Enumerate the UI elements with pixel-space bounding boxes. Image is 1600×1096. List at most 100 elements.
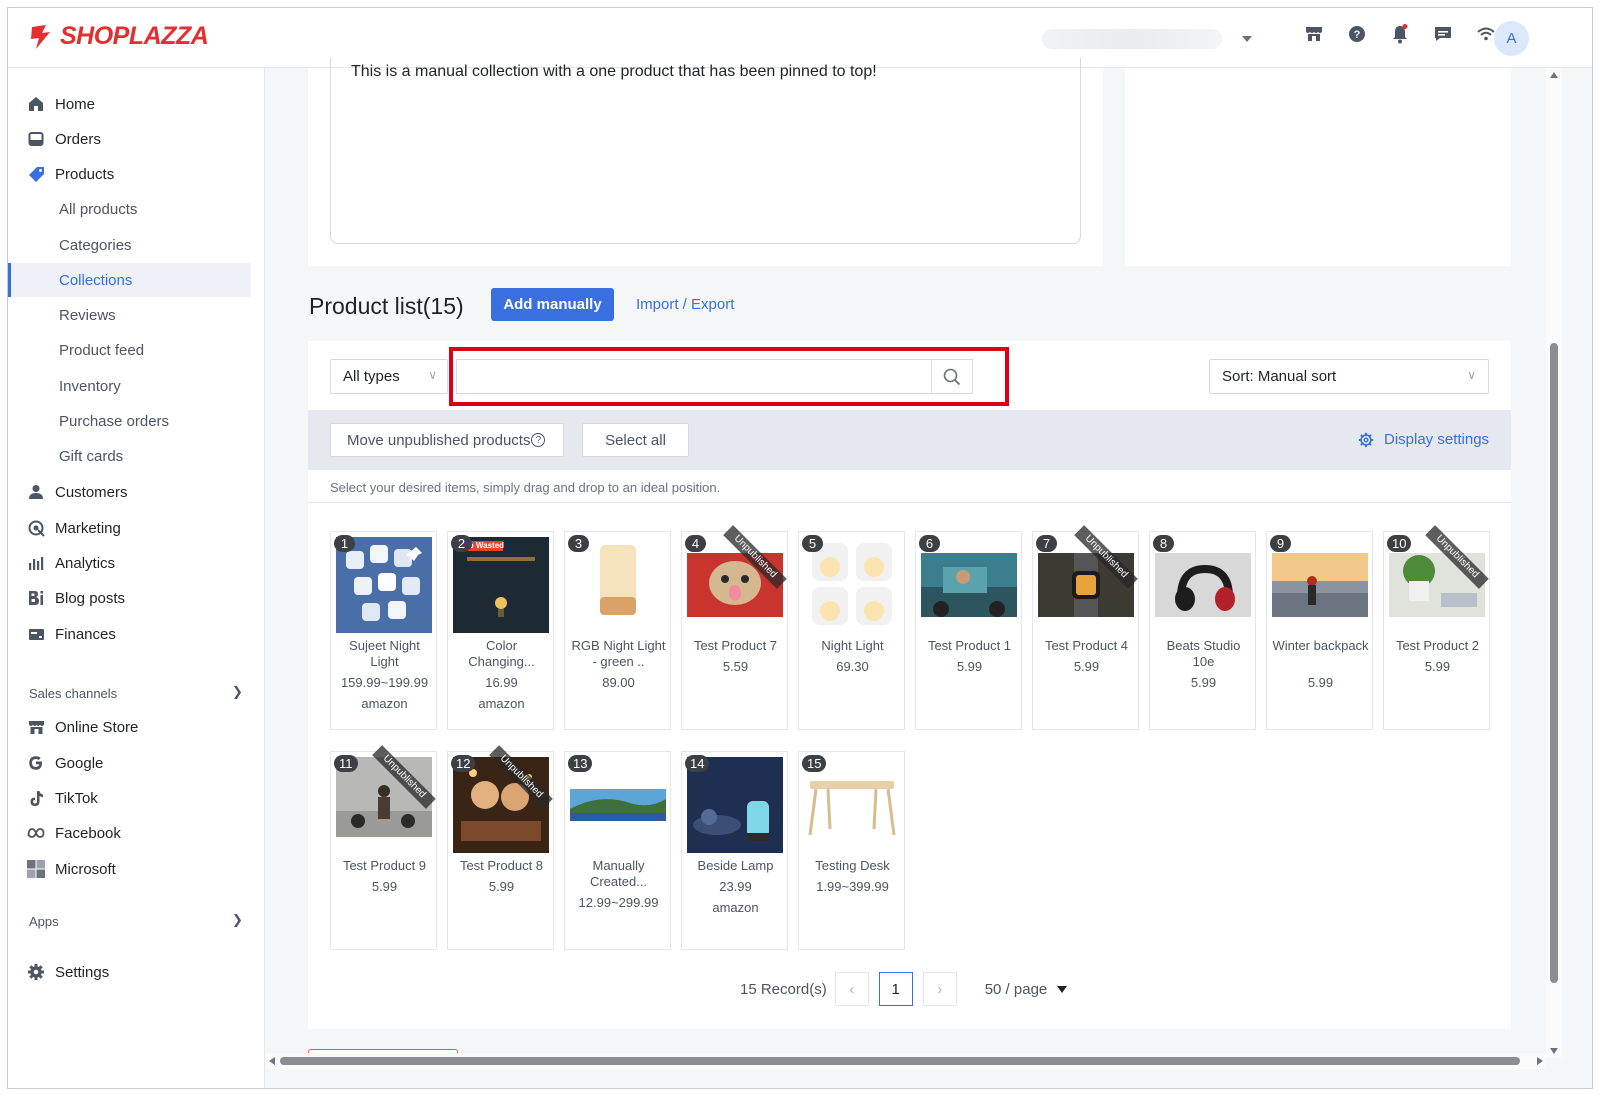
sidebar-item-products[interactable]: Products (8, 157, 265, 191)
product-name: Test Product 9 (342, 858, 427, 873)
chat-icon[interactable] (1433, 24, 1453, 44)
sidebar-item-label: Finances (55, 625, 116, 643)
move-unpublished-button[interactable]: Move unpublished products? (330, 423, 564, 457)
product-card[interactable]: 3 RGB Night Light - green .. 89.00 (564, 531, 671, 730)
product-price: 1.99~399.99 (816, 879, 889, 894)
product-name: Test Product 8 (459, 858, 544, 873)
bell-icon[interactable] (1390, 24, 1410, 44)
product-name: Color Changing... (468, 638, 535, 669)
sidebar-item-orders[interactable]: Orders (8, 122, 265, 156)
sidebar-item-settings[interactable]: Settings (8, 955, 265, 989)
question-icon[interactable]: ? (531, 433, 546, 447)
sidebar-subitem-product-feed[interactable]: Product feed (8, 333, 265, 367)
orders-icon (27, 130, 45, 148)
product-card[interactable]: 7 Unpublished Test Product 4 5.99 (1032, 525, 1139, 730)
product-price: 89.00 (602, 675, 635, 690)
product-card[interactable]: 13 Manually Created... 12.99~299.99 (564, 751, 671, 950)
page-size-select[interactable]: 50 / page (985, 981, 1068, 998)
chevron-left-icon: ‹ (849, 980, 855, 998)
vertical-scrollbar[interactable] (1546, 68, 1562, 1058)
product-card[interactable]: 14 Beside Lamp 23.99 amazon (681, 751, 788, 950)
position-badge: 14 (685, 755, 710, 772)
search-highlight-box (449, 347, 1009, 406)
sidebar-subitem-reviews[interactable]: Reviews (8, 298, 265, 332)
product-card[interactable]: 5 Night Light 69.30 (798, 531, 905, 730)
horizontal-scrollbar[interactable] (266, 1053, 1546, 1069)
sidebar-item-label: Orders (55, 130, 101, 148)
store-icon[interactable] (1304, 24, 1324, 44)
sidebar-subitem-inventory[interactable]: Inventory (8, 369, 265, 403)
product-price: 5.99 (488, 879, 515, 894)
marketing-icon (27, 519, 45, 537)
sidebar-item-blog-posts[interactable]: Blog posts (8, 581, 265, 615)
sidebar-item-label: Analytics (55, 554, 116, 572)
sidebar-item-microsoft[interactable]: Microsoft (8, 852, 265, 886)
sidebar-item-label: Online Store (55, 718, 139, 736)
sidebar-subitem-label: Gift cards (59, 447, 124, 465)
avatar[interactable]: A (1494, 21, 1529, 56)
sidebar-item-google[interactable]: Google (8, 746, 265, 780)
product-card[interactable]: 6 Test Product 1 5.99 (915, 531, 1022, 730)
chevron-down-icon (1242, 36, 1252, 42)
product-name: Winter backpack (1272, 638, 1369, 653)
add-manually-button[interactable]: Add manually (491, 288, 614, 321)
sidebar-item-online-store[interactable]: Online Store (8, 710, 265, 744)
product-thumbnail (570, 537, 666, 633)
scroll-right-arrow[interactable] (1537, 1057, 1543, 1065)
type-filter-select[interactable]: All types ∨ (330, 359, 448, 394)
sidebar-item-analytics[interactable]: Analytics (8, 546, 265, 580)
product-price: 5.59 (722, 659, 749, 674)
sidebar-item-home[interactable]: Home (8, 87, 265, 121)
chevron-right-icon[interactable]: ❯ (232, 684, 243, 700)
sidebar-subitem-collections[interactable]: Collections (8, 263, 251, 297)
sidebar-item-finances[interactable]: Finances (8, 617, 265, 651)
sidebar-subitem-categories[interactable]: Categories (8, 228, 265, 262)
sidebar-subitem-purchase-orders[interactable]: Purchase orders (8, 404, 265, 438)
sidebar-item-customers[interactable]: Customers (8, 475, 265, 509)
sidebar-subitem-all-products[interactable]: All products (8, 192, 265, 226)
sidebar-item-label: Google (55, 754, 104, 772)
description-editor[interactable]: This is a manual collection with a one p… (330, 58, 1081, 244)
sidebar-item-tiktok[interactable]: TikTok (8, 781, 265, 815)
page-number-current[interactable]: 1 (878, 972, 913, 1006)
product-name: Manually Created... (589, 858, 648, 889)
product-vendor: amazon (478, 696, 525, 711)
display-settings-link[interactable]: Display settings (1358, 431, 1489, 448)
product-card[interactable]: 15 Testing Desk 1.99~399.99 (798, 751, 905, 950)
scrollbar-thumb[interactable] (280, 1057, 1520, 1065)
sidebar-item-facebook[interactable]: Facebook (8, 816, 265, 850)
chevron-right-icon[interactable]: ❯ (232, 912, 243, 928)
next-page-button[interactable]: › (922, 972, 957, 1006)
sort-select[interactable]: Sort: Manual sort ∨ (1209, 359, 1489, 394)
scroll-down-arrow[interactable] (1550, 1048, 1558, 1054)
sidebar-subitem-label: Reviews (59, 306, 116, 324)
product-card[interactable]: 8 Beats Studio 10e 5.99 (1149, 531, 1256, 730)
product-name: RGB Night Light - green .. (571, 638, 666, 669)
product-name: Night Light (821, 638, 884, 653)
sidebar-subitem-gift-cards[interactable]: Gift cards (8, 439, 265, 473)
position-badge: 1 (334, 535, 355, 552)
store-selector[interactable] (1028, 26, 1278, 52)
select-all-button[interactable]: Select all (582, 423, 689, 457)
import-export-link[interactable]: Import / Export (636, 296, 734, 313)
wifi-icon[interactable] (1476, 24, 1496, 44)
scroll-up-arrow[interactable] (1550, 72, 1558, 78)
sidebar-item-marketing[interactable]: Marketing (8, 511, 265, 545)
product-card[interactable]: 12 Unpublished Test Product 8 5.99 (447, 745, 554, 950)
prev-page-button[interactable]: ‹ (834, 972, 869, 1006)
shoplazza-logo[interactable]: SHOPLAZZA (28, 22, 209, 51)
product-card[interactable]: 10 Unpublished Test Product 2 5.99 (1383, 525, 1490, 730)
help-icon[interactable]: ? (1347, 24, 1367, 44)
tiktok-icon (27, 789, 45, 807)
product-card[interactable]: 1 Sujeet Night Light 159.99~199.99 amazo… (330, 531, 437, 730)
product-card[interactable]: 11 Unpublished Test Product 9 5.99 (330, 745, 437, 950)
product-card[interactable]: No Wasted 2 Color Changing... 16.99 amaz… (447, 531, 554, 730)
scrollbar-thumb[interactable] (1550, 343, 1558, 983)
finances-icon (27, 625, 45, 643)
records-count: 15 Record(s) (740, 980, 827, 998)
scroll-left-arrow[interactable] (269, 1057, 275, 1065)
position-badge: 15 (802, 755, 827, 772)
page-size-value: 50 / page (984, 980, 1048, 998)
product-card[interactable]: 4 Unpublished Test Product 7 5.59 (681, 525, 788, 730)
product-card[interactable]: 9 Winter backpack 5.99 (1266, 531, 1373, 730)
